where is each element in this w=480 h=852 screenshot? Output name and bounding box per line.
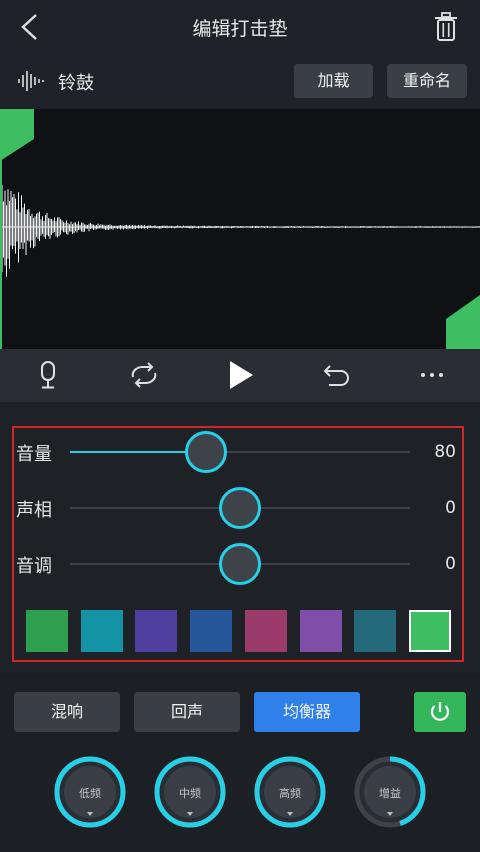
microphone-icon[interactable] — [30, 359, 66, 391]
waveform-icon — [18, 71, 44, 91]
tab-equalizer[interactable]: 均衡器 — [254, 692, 360, 732]
pan-value: 0 — [445, 498, 456, 518]
top-bar: 编辑打击垫 — [0, 0, 480, 53]
color-swatch[interactable] — [80, 610, 123, 652]
eq-dial[interactable]: 增益 — [354, 756, 426, 828]
eq-dial[interactable]: 中频 — [154, 756, 226, 828]
color-swatch[interactable] — [190, 610, 233, 652]
pan-label: 声相 — [16, 500, 52, 521]
pitch-slider-knob[interactable] — [219, 543, 261, 585]
loop-icon[interactable] — [126, 359, 162, 391]
rename-button[interactable]: 重命名 — [387, 64, 467, 98]
load-button[interactable]: 加载 — [294, 64, 373, 98]
undo-icon[interactable] — [318, 359, 354, 391]
more-options-icon[interactable] — [414, 359, 450, 391]
end-marker-handle[interactable] — [446, 295, 480, 349]
waveform-graph — [0, 109, 480, 349]
trash-icon[interactable] — [432, 11, 460, 43]
power-toggle-button[interactable] — [414, 692, 466, 732]
play-icon[interactable] — [222, 359, 258, 391]
eq-dial-label: 高频 — [279, 787, 301, 800]
eq-dial[interactable]: 高频 — [254, 756, 326, 828]
tab-reverb[interactable]: 混响 — [14, 692, 120, 732]
volume-slider-knob[interactable] — [185, 431, 227, 473]
color-swatch[interactable] — [244, 610, 287, 652]
start-marker-handle[interactable] — [0, 109, 34, 161]
pitch-label: 音调 — [16, 556, 52, 577]
page-title: 编辑打击垫 — [192, 18, 288, 40]
color-swatch[interactable] — [299, 610, 342, 652]
pitch-slider[interactable] — [70, 543, 410, 585]
color-swatch[interactable] — [408, 610, 451, 652]
eq-dial-label: 低频 — [79, 787, 101, 800]
pitch-value: 0 — [445, 554, 456, 574]
waveform-display[interactable] — [0, 109, 480, 349]
transport-bar — [0, 349, 480, 402]
tab-echo[interactable]: 回声 — [134, 692, 240, 732]
power-icon — [430, 702, 450, 721]
volume-value: 80 — [434, 442, 456, 462]
color-swatch[interactable] — [26, 610, 68, 652]
volume-label: 音量 — [16, 444, 52, 465]
eq-dial[interactable]: 低频 — [54, 756, 126, 828]
volume-slider[interactable] — [70, 431, 410, 473]
color-swatch[interactable] — [354, 610, 397, 652]
pan-slider-knob[interactable] — [219, 487, 261, 529]
color-swatch[interactable] — [135, 610, 178, 652]
pad-name: 铃鼓 — [58, 73, 94, 94]
eq-dial-label: 增益 — [379, 787, 401, 800]
eq-dial-label: 中频 — [179, 787, 201, 800]
pan-slider[interactable] — [70, 487, 410, 529]
pad-bar: 铃鼓 加载 重命名 — [0, 53, 480, 109]
